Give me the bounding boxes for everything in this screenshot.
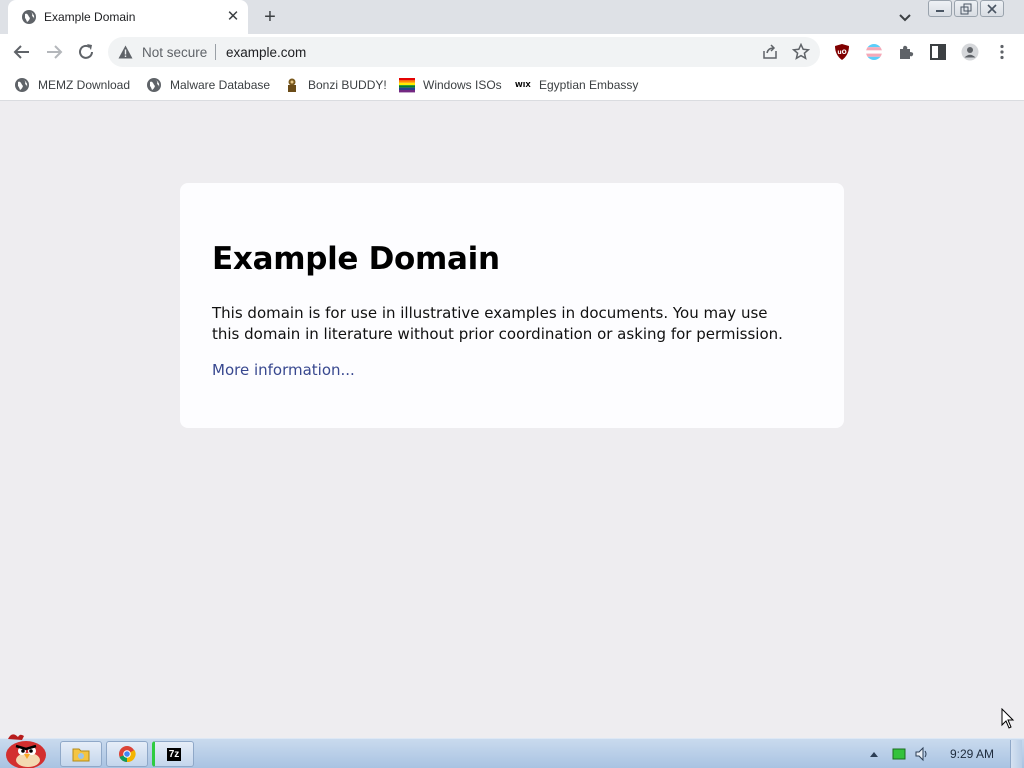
restore-button[interactable] (954, 0, 978, 17)
profile-avatar-icon[interactable] (961, 43, 979, 61)
extensions-puzzle-icon[interactable] (897, 43, 915, 61)
volume-speaker-icon[interactable] (914, 746, 930, 762)
minimize-icon (936, 9, 944, 12)
side-panel-icon[interactable] (929, 43, 947, 61)
bookmark-star-icon[interactable] (792, 43, 810, 61)
share-icon[interactable] (762, 44, 778, 60)
bookmark-label: Malware Database (170, 78, 271, 92)
warning-icon[interactable] (118, 45, 133, 59)
bookmark-windows-isos[interactable]: Windows ISOs (399, 76, 502, 94)
bonzi-icon (288, 78, 296, 92)
wix-icon: WIX (515, 81, 531, 89)
page-heading: Example Domain (212, 241, 500, 277)
bookmark-egyptian-embassy[interactable]: WIX Egyptian Embassy (515, 76, 638, 94)
restore-icon (960, 3, 972, 14)
security-label[interactable]: Not secure (142, 45, 207, 60)
forward-arrow-icon[interactable] (44, 42, 64, 62)
show-hidden-icons-icon[interactable] (869, 750, 879, 758)
7zip-icon: 7z (166, 747, 182, 761)
network-status-icon[interactable] (892, 747, 906, 761)
bookmark-label: Windows ISOs (423, 78, 502, 92)
bookmark-label: Bonzi BUDDY! (308, 78, 387, 92)
url-text[interactable]: example.com (226, 45, 306, 60)
tab-search-chevron-icon[interactable] (896, 8, 914, 26)
bookmark-label: Egyptian Embassy (539, 78, 639, 92)
address-separator (215, 44, 216, 60)
close-window-button[interactable] (980, 0, 1004, 17)
browser-toolbar: Not secure example.com uO (0, 34, 1024, 70)
bookmark-memz-download[interactable]: MEMZ Download (14, 76, 130, 94)
taskbar: 7z 9:29 AM (0, 734, 1024, 768)
bookmark-label: MEMZ Download (38, 78, 131, 92)
show-desktop-button[interactable] (1010, 740, 1022, 768)
bookmark-malware-database[interactable]: Malware Database (146, 76, 270, 94)
minimize-button[interactable] (928, 0, 952, 17)
explorer-icon (72, 748, 90, 762)
bookmarks-bar: MEMZ Download Malware Database Bonzi BUD… (0, 70, 1024, 101)
taskbar-explorer-button[interactable] (60, 741, 102, 767)
more-information-link[interactable]: More information... (212, 361, 355, 379)
svg-text:uO: uO (837, 49, 846, 56)
tab-title: Example Domain (44, 10, 136, 24)
start-button-angry-bird-icon[interactable] (2, 731, 50, 768)
page-description: This domain is for use in illustrative e… (212, 304, 783, 343)
taskbar-clock[interactable]: 9:29 AM (950, 747, 994, 761)
ublock-origin-icon[interactable]: uO (833, 43, 851, 61)
reload-icon[interactable] (76, 42, 96, 62)
mouse-cursor-icon (1001, 708, 1015, 729)
tab-example-domain[interactable]: Example Domain ✕ (8, 0, 248, 34)
rainbow-flag-icon (399, 78, 415, 93)
back-arrow-icon[interactable] (12, 42, 32, 62)
content-card: Example Domain This domain is for use in… (180, 183, 844, 428)
taskbar-7zip-button[interactable]: 7z (152, 741, 194, 767)
menu-kebab-icon[interactable] (993, 43, 1011, 61)
globe-icon (15, 78, 29, 92)
window-controls (928, 0, 1006, 18)
bookmark-bonzi-buddy[interactable]: Bonzi BUDDY! (284, 76, 387, 94)
globe-icon (147, 78, 161, 92)
page-viewport: Example Domain This domain is for use in… (0, 102, 1024, 738)
chrome-icon (119, 746, 136, 763)
tab-strip: Example Domain ✕ + (0, 0, 1024, 34)
tab-close-icon[interactable]: ✕ (224, 8, 242, 26)
new-tab-button[interactable]: + (259, 6, 281, 28)
globe-icon (22, 10, 36, 24)
trans-flag-extension-icon[interactable] (865, 43, 883, 61)
address-bar[interactable]: Not secure example.com (108, 37, 820, 67)
taskbar-chrome-button[interactable] (106, 741, 148, 767)
close-icon (987, 3, 997, 14)
